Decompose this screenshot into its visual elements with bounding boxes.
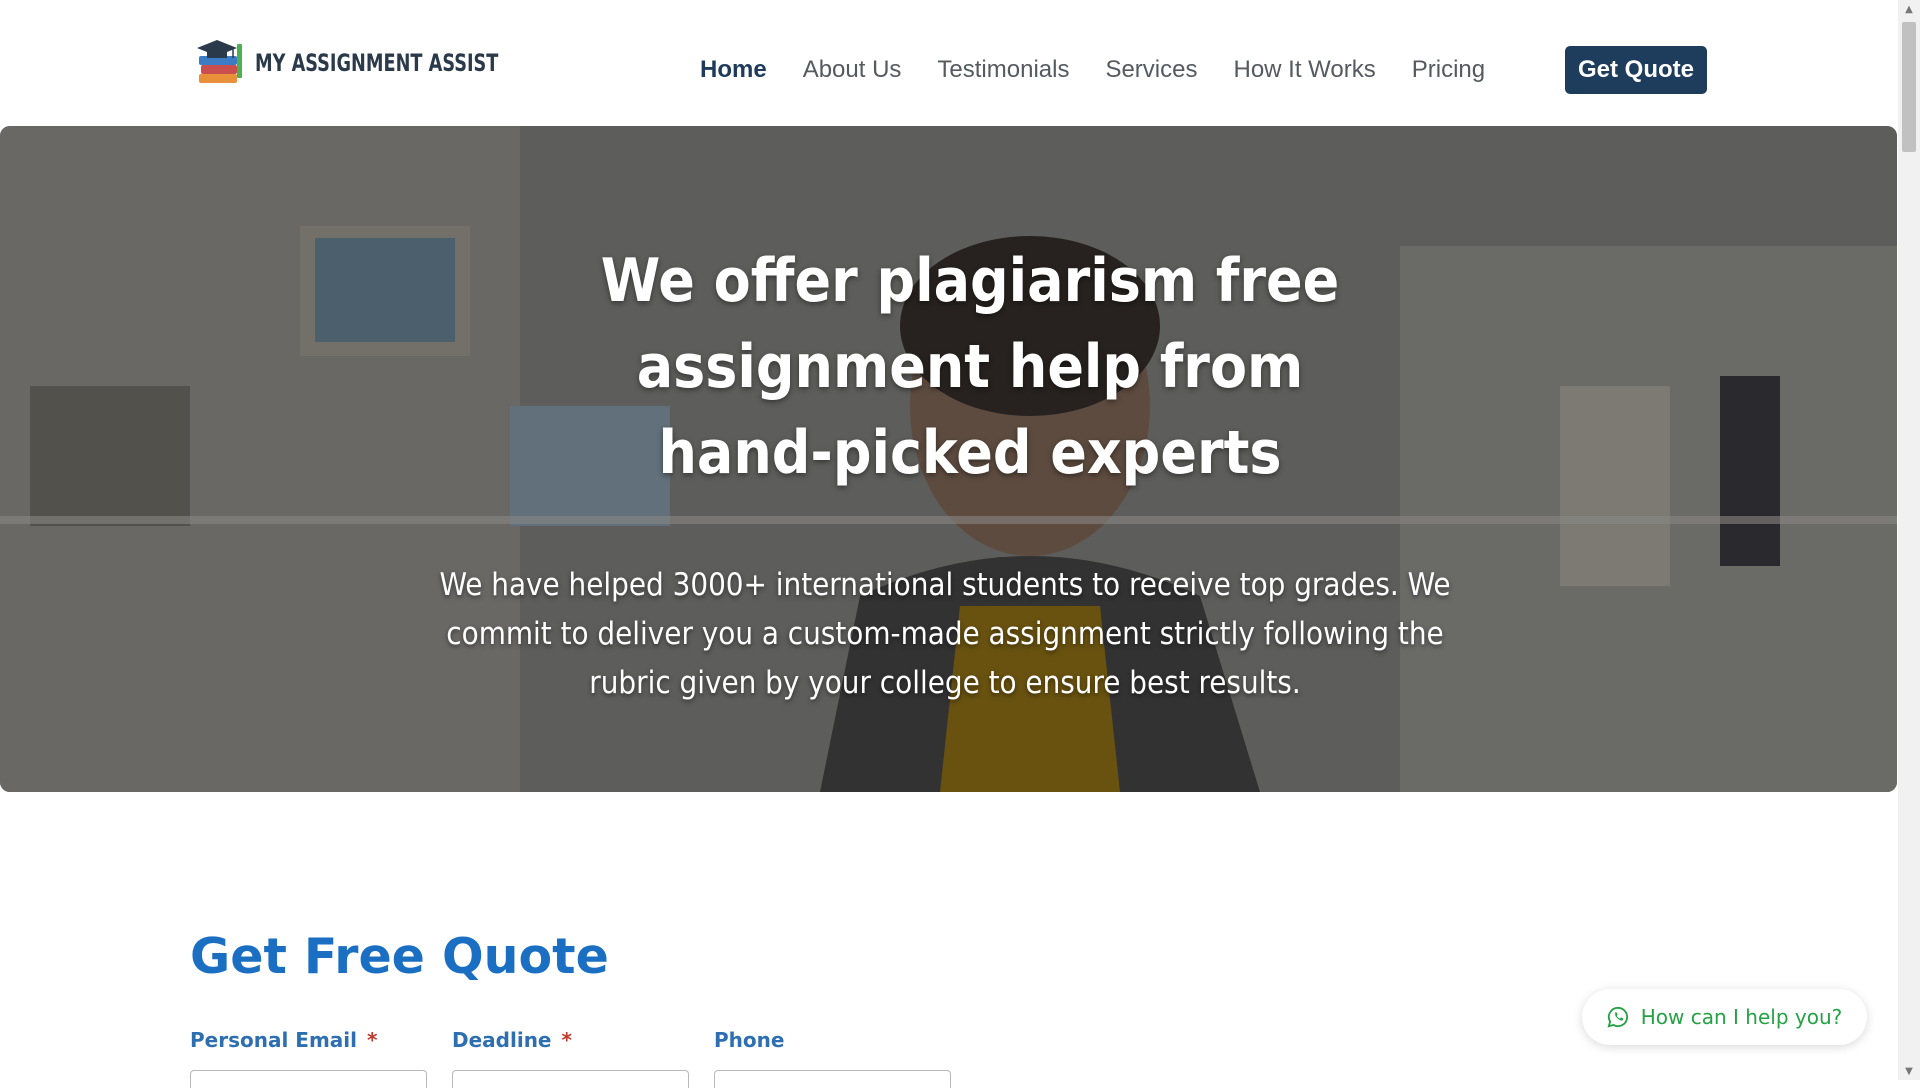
- scroll-up-arrow-icon[interactable]: ▲: [1898, 0, 1920, 18]
- nav-about-us[interactable]: About Us: [803, 56, 902, 84]
- nav-pricing[interactable]: Pricing: [1412, 56, 1485, 84]
- quote-section-title: Get Free Quote: [190, 928, 609, 985]
- page-scrollbar[interactable]: ▲ ▼: [1898, 0, 1920, 1080]
- phone-label: Phone: [714, 1028, 784, 1052]
- deadline-field[interactable]: [452, 1070, 689, 1088]
- site-header: MY ASSIGNMENT ASSIST Home About Us Testi…: [0, 0, 1898, 126]
- get-quote-button[interactable]: Get Quote: [1565, 46, 1707, 94]
- personal-email-field[interactable]: [190, 1070, 427, 1088]
- phone-field[interactable]: [714, 1070, 951, 1088]
- deadline-label-text: Deadline: [452, 1028, 552, 1052]
- scroll-thumb[interactable]: [1902, 22, 1916, 152]
- books-graduation-cap-icon: [197, 40, 242, 83]
- nav-home[interactable]: Home: [700, 56, 767, 84]
- deadline-label: Deadline *: [452, 1028, 572, 1052]
- whatsapp-icon: [1607, 1006, 1628, 1028]
- logo[interactable]: MY ASSIGNMENT ASSIST: [193, 38, 552, 88]
- nav-testimonials[interactable]: Testimonials: [937, 56, 1069, 84]
- scroll-down-arrow-icon[interactable]: ▼: [1898, 1062, 1920, 1080]
- main-nav: Home About Us Testimonials Services How …: [700, 46, 1521, 94]
- nav-services[interactable]: Services: [1105, 56, 1197, 84]
- chat-label: How can I help you?: [1640, 1005, 1843, 1029]
- hero-banner: We offer plagiarism free assignment help…: [0, 126, 1897, 792]
- required-marker: *: [367, 1028, 378, 1052]
- hero-title: We offer plagiarism free assignment help…: [600, 246, 1340, 489]
- nav-how-it-works[interactable]: How It Works: [1233, 56, 1375, 84]
- brand-name: MY ASSIGNMENT ASSIST: [255, 49, 499, 77]
- personal-email-label-text: Personal Email: [190, 1028, 357, 1052]
- whatsapp-chat-button[interactable]: How can I help you?: [1582, 989, 1867, 1045]
- phone-label-text: Phone: [714, 1028, 785, 1052]
- required-marker: *: [561, 1028, 572, 1052]
- hero-subtitle: We have helped 3000+ international stude…: [439, 567, 1451, 701]
- personal-email-label: Personal Email *: [190, 1028, 377, 1052]
